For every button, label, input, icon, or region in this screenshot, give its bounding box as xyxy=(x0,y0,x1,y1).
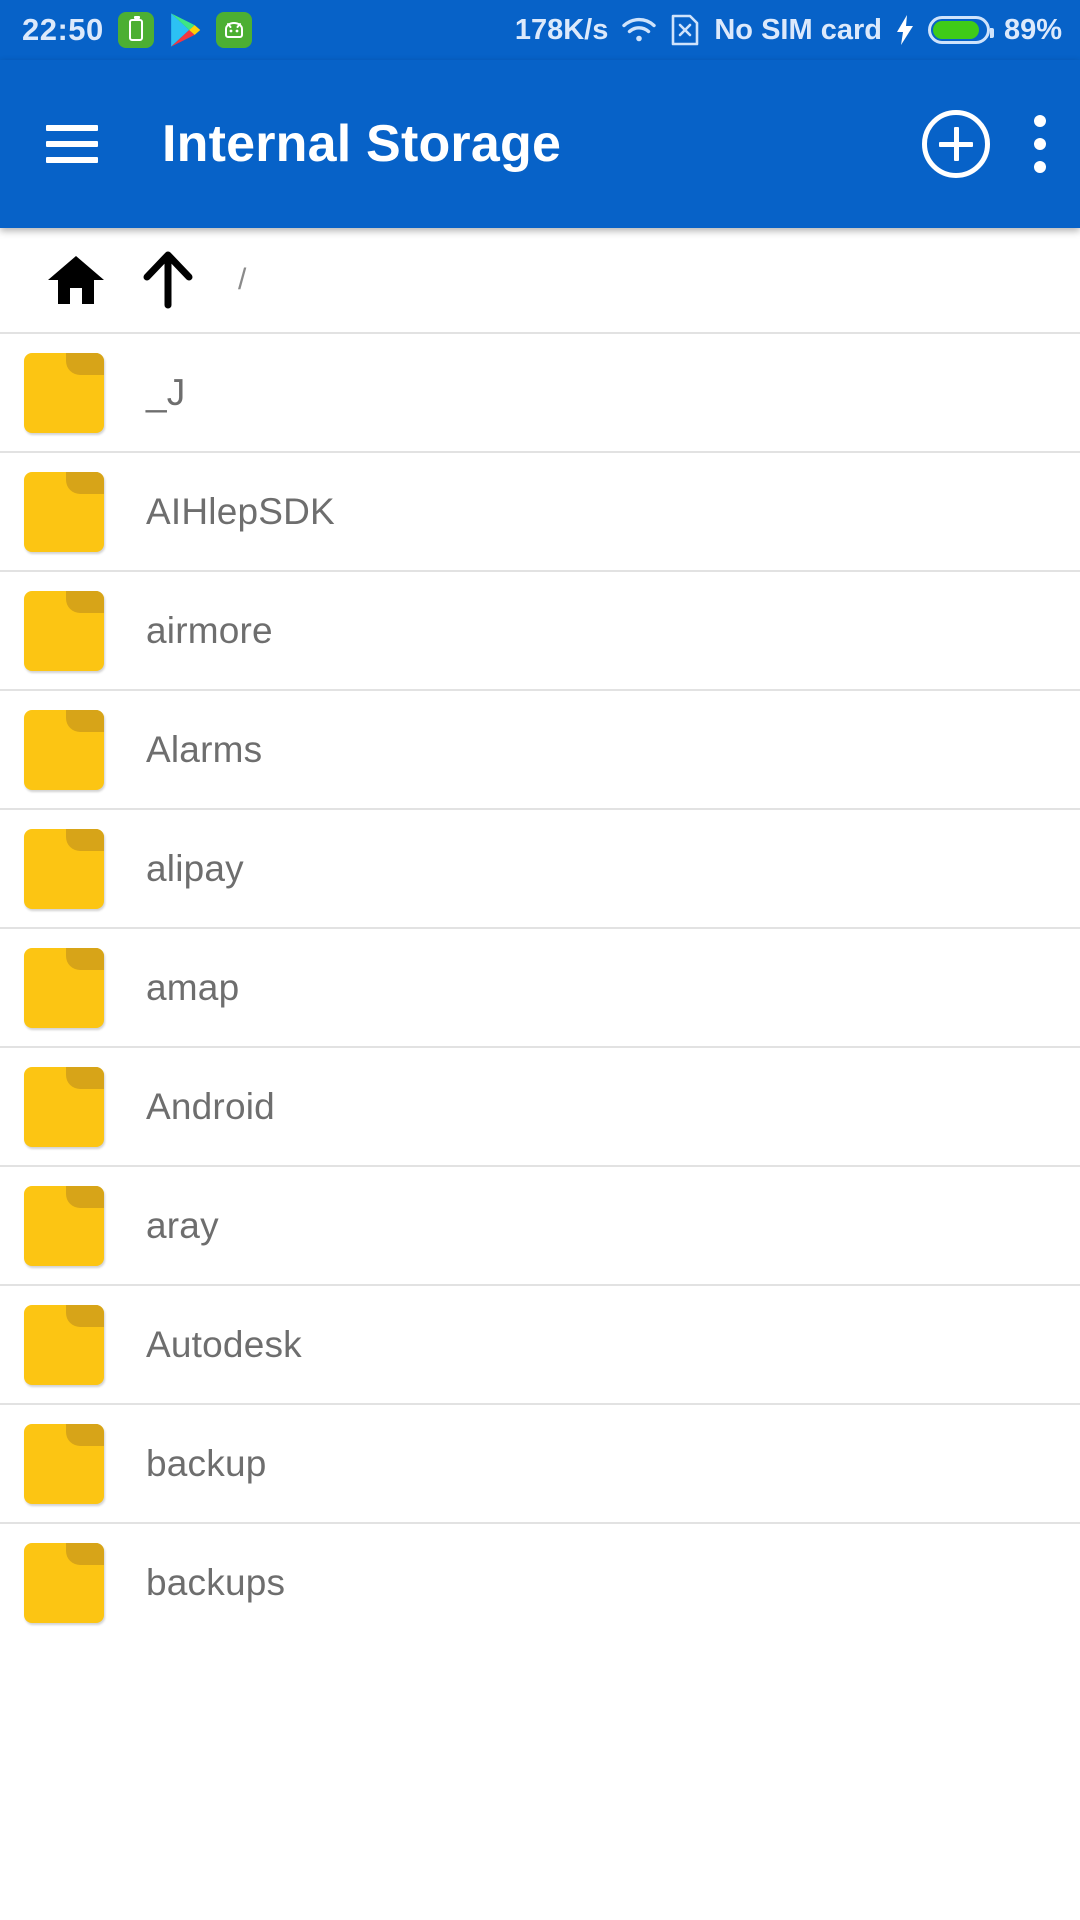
file-list-item-label: _J xyxy=(146,371,186,413)
folder-icon xyxy=(24,828,104,909)
sim-card-x-icon xyxy=(670,13,700,47)
file-list-item[interactable]: Alarms xyxy=(0,689,1080,808)
file-list-item-label: Alarms xyxy=(146,728,263,770)
page-title: Internal Storage xyxy=(162,115,562,173)
file-list-item-label: Autodesk xyxy=(146,1323,302,1365)
file-list-item-label: backups xyxy=(146,1561,286,1603)
status-clock: 22:50 xyxy=(22,12,104,47)
file-list-item[interactable]: airmore xyxy=(0,570,1080,689)
breadcrumb-home-button[interactable] xyxy=(30,254,122,306)
folder-icon xyxy=(24,1185,104,1266)
sim-status-text: No SIM card xyxy=(714,13,882,46)
network-speed-text: 178K/s xyxy=(514,13,609,46)
battery-icon xyxy=(927,16,994,44)
file-list-item[interactable]: amap xyxy=(0,927,1080,1046)
status-bar-left: 22:50 xyxy=(22,12,252,48)
file-list-item[interactable]: aray xyxy=(0,1165,1080,1284)
folder-icon xyxy=(24,947,104,1028)
hamburger-menu-icon[interactable] xyxy=(46,125,98,163)
file-list-item[interactable]: Android xyxy=(0,1046,1080,1165)
status-bar: 22:50 178K/s No SIM card 89% xyxy=(0,0,1080,60)
folder-icon xyxy=(24,352,104,433)
folder-icon xyxy=(24,1066,104,1147)
file-list: _J AIHlepSDK airmore Alarms alipay amap Androi… xyxy=(0,332,1080,1641)
file-list-item[interactable]: Autodesk xyxy=(0,1284,1080,1403)
android-robot-icon xyxy=(215,12,252,48)
file-list-item[interactable]: AIHlepSDK xyxy=(0,451,1080,570)
file-list-item-label: airmore xyxy=(146,609,273,651)
overflow-menu-icon[interactable] xyxy=(1034,115,1046,173)
file-list-item-label: amap xyxy=(146,966,240,1008)
file-list-item-label: backup xyxy=(146,1442,267,1484)
folder-icon xyxy=(24,590,104,671)
battery-app-icon xyxy=(117,12,154,48)
file-list-item-label: aray xyxy=(146,1204,219,1246)
breadcrumb-path[interactable]: / xyxy=(238,263,246,297)
file-list-item-label: AIHlepSDK xyxy=(146,490,335,532)
folder-icon xyxy=(24,1542,104,1623)
wifi-icon xyxy=(622,17,657,43)
breadcrumb-up-button[interactable] xyxy=(122,251,214,309)
file-list-item[interactable]: alipay xyxy=(0,808,1080,927)
file-list-item[interactable]: backup xyxy=(0,1403,1080,1522)
add-circle-icon[interactable] xyxy=(922,110,990,178)
home-icon xyxy=(47,254,105,306)
folder-icon xyxy=(24,1304,104,1385)
arrow-up-icon xyxy=(142,251,194,309)
status-bar-right: 178K/s No SIM card 89% xyxy=(515,13,1062,47)
app-bar: Internal Storage xyxy=(0,60,1080,228)
file-list-item[interactable]: backups xyxy=(0,1522,1080,1641)
charging-bolt-icon xyxy=(896,15,914,45)
folder-icon xyxy=(24,1423,104,1504)
breadcrumb: / xyxy=(0,228,1080,332)
folder-icon xyxy=(24,709,104,790)
battery-percent-text: 89% xyxy=(1003,13,1062,46)
file-list-item-label: Android xyxy=(146,1085,275,1127)
app-bar-actions xyxy=(922,110,1046,178)
file-list-item-label: alipay xyxy=(146,847,244,889)
play-store-icon xyxy=(168,12,202,48)
file-list-item[interactable]: _J xyxy=(0,332,1080,451)
folder-icon xyxy=(24,471,104,552)
